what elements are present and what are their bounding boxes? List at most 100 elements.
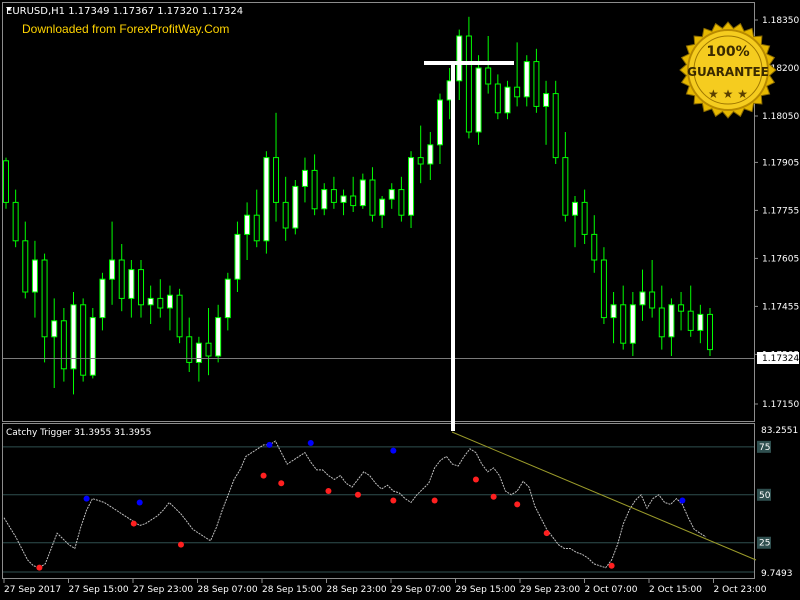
indicator-title: Catchy Trigger 31.3955 31.3955 (6, 428, 151, 438)
price-tick-label: 1.18350 (762, 16, 799, 26)
indicator-bottom-marker (390, 497, 397, 504)
candle-bear (12, 201, 19, 242)
candle-bull (523, 61, 530, 98)
candle-bull (244, 214, 251, 235)
indicator-level-label: 75 (759, 443, 770, 453)
candle-bull (571, 201, 578, 216)
indicator-bottom-marker (260, 472, 267, 479)
candle-bull (543, 93, 550, 107)
candle-bull (263, 157, 270, 242)
candle-bear (60, 320, 67, 370)
indicator-bottom-marker (354, 491, 361, 498)
watermark-text: Downloaded from ForexProfitWay.Com (22, 22, 229, 36)
indicator-bottom-marker (325, 487, 332, 494)
candle-bear (330, 189, 337, 203)
candle-bear (485, 67, 492, 85)
indicator-max-label: 83.2551 (761, 426, 798, 436)
time-tick-label: 27 Sep 2017 (4, 585, 61, 595)
candle-bull (629, 304, 636, 344)
time-tick-label: 2 Oct 23:00 (714, 585, 767, 595)
price-tick-label: 1.17455 (762, 302, 799, 312)
price-tick-label: 1.17150 (762, 400, 799, 410)
time-tick-label: 2 Oct 07:00 (585, 585, 638, 595)
candle-bear (581, 201, 588, 235)
candle-bull (359, 179, 366, 207)
candle-bull (128, 269, 135, 299)
candle-bull (292, 185, 299, 229)
candle-bear (678, 304, 685, 312)
candle-bull (504, 86, 511, 114)
candle-bull (475, 67, 482, 133)
candle-bull (301, 169, 308, 187)
candle-bear (600, 259, 607, 319)
indicator-top-marker (136, 499, 143, 506)
indicator-level-label: 50 (759, 491, 771, 501)
current-price-tag: 1.17324 (757, 352, 799, 364)
candle-bear (22, 240, 29, 293)
indicator-bottom-marker (543, 530, 550, 537)
candle-bull (215, 317, 222, 357)
indicator-top-marker (390, 447, 397, 454)
candle-bear (649, 291, 656, 309)
candle-bull (321, 189, 328, 210)
guarantee-badge: 100% GUARANTEE ★ ★ ★ (679, 21, 777, 119)
indicator-bottom-marker (130, 520, 137, 527)
badge-stars-icon: ★ ★ ★ (708, 87, 748, 101)
candle-bull (234, 233, 241, 280)
candle-bull (166, 294, 173, 309)
indicator-top-marker (307, 439, 314, 446)
chart-background (0, 0, 800, 600)
indicator-top-marker (266, 441, 273, 448)
candle-bull (51, 320, 58, 338)
candle-bull (456, 35, 463, 82)
candle-bear (350, 195, 357, 207)
candle-bear (311, 169, 318, 210)
candle-bear (562, 157, 569, 216)
time-tick-label: 29 Sep 07:00 (391, 585, 451, 595)
candle-bull (427, 144, 434, 165)
candle-bull (147, 297, 154, 306)
time-tick-label: 28 Sep 15:00 (262, 585, 322, 595)
candle-bear (494, 83, 501, 114)
candle-bear (658, 307, 665, 338)
candle-bear (514, 86, 521, 98)
candle-bear (398, 189, 405, 216)
time-tick-label: 29 Sep 23:00 (520, 585, 580, 595)
time-tick-label: 27 Sep 15:00 (69, 585, 129, 595)
candle-bear (80, 304, 87, 376)
price-tick-label: 1.17905 (762, 158, 799, 168)
candle-bull (610, 304, 617, 319)
indicator-bottom-marker (36, 564, 43, 571)
candle-bull (340, 195, 347, 203)
indicator-top-marker (679, 497, 686, 504)
candle-bear (3, 160, 9, 203)
time-tick-label: 28 Sep 23:00 (327, 585, 387, 595)
candle-bull (436, 99, 443, 146)
symbol-header: EURUSD,H1 1.17349 1.17367 1.17320 1.1732… (6, 6, 243, 17)
candle-bear (687, 310, 694, 331)
candle-bear (591, 233, 598, 261)
candle-bull (70, 304, 77, 370)
candle-bear (620, 304, 627, 344)
indicator-min-label: 9.7493 (761, 569, 793, 579)
indicator-bottom-marker (514, 501, 521, 508)
candle-bull (31, 259, 38, 293)
badge-line2: GUARANTEE (687, 65, 769, 79)
price-tick-label: 1.18050 (762, 112, 799, 122)
candle-bear (138, 269, 145, 306)
candle-bull (109, 259, 116, 280)
candle-bull (99, 278, 106, 319)
candle-bull (639, 291, 646, 306)
time-tick-label: 29 Sep 15:00 (456, 585, 516, 595)
indicator-bottom-marker (608, 562, 615, 569)
candle-bear (253, 214, 260, 242)
candle-bear (282, 201, 289, 229)
candle-bear (41, 259, 48, 338)
indicator-bottom-marker (431, 497, 438, 504)
candle-bear (533, 61, 540, 107)
trading-chart[interactable]: 1.183501.182001.180501.179051.177551.176… (0, 0, 800, 600)
candle-bull (408, 157, 415, 216)
current-price-label: 1.17324 (762, 354, 799, 364)
indicator-bottom-marker (177, 541, 184, 548)
indicator-bottom-marker (490, 493, 497, 500)
